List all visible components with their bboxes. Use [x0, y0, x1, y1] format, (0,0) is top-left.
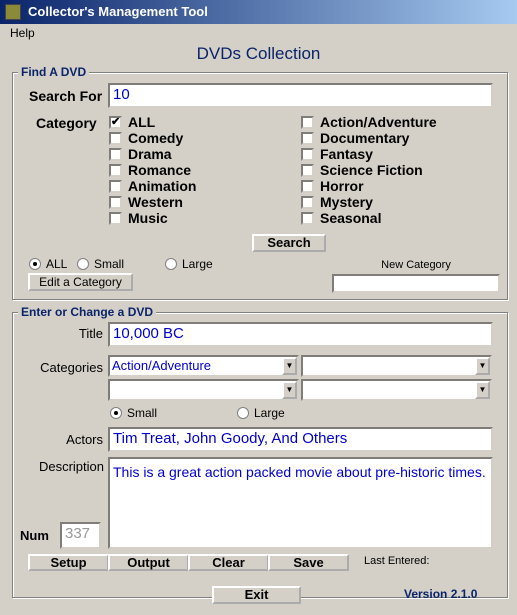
categories-label: Categories — [40, 360, 103, 375]
category-checkbox[interactable]: ✔ ALL — [109, 114, 196, 130]
chevron-down-icon[interactable]: ▼ — [282, 357, 297, 375]
radio-dot — [29, 258, 41, 270]
last-entered-label: Last Entered: — [364, 555, 430, 567]
checkbox-box — [301, 163, 314, 177]
entry-group-label: Enter or Change a DVD — [18, 305, 157, 319]
num-label: Num — [20, 528, 49, 543]
version-label: Version 2.1.0 — [404, 587, 478, 601]
category-checkbox[interactable]: Comedy — [109, 130, 196, 146]
category-checkbox[interactable]: Action/Adventure — [301, 114, 437, 130]
checkbox-box — [301, 179, 314, 193]
new-category-input[interactable] — [332, 274, 500, 293]
description-label: Description — [38, 459, 104, 474]
checkbox-label: Western — [128, 194, 183, 210]
search-input[interactable]: 10 — [108, 83, 493, 108]
checkbox-label: Documentary — [320, 130, 410, 146]
search-button[interactable]: Search — [252, 234, 326, 252]
checkbox-label: ALL — [128, 114, 156, 130]
select-value: Action/Adventure — [112, 358, 212, 373]
entry-size-small-radio[interactable]: Small — [110, 406, 157, 420]
checkbox-box — [109, 131, 122, 145]
description-textarea[interactable]: This is a great action packed movie abou… — [108, 457, 493, 549]
radio-label: Large — [254, 406, 285, 420]
title-bar: Collector's Management Tool — [0, 0, 517, 24]
checkbox-label: Seasonal — [320, 210, 382, 226]
category-checkbox[interactable]: Seasonal — [301, 210, 437, 226]
num-input[interactable]: 337 — [60, 522, 101, 549]
find-group-label: Find A DVD — [18, 65, 90, 79]
category-checkbox[interactable]: Drama — [109, 146, 196, 162]
checkbox-label: Drama — [128, 146, 172, 162]
category-select-4[interactable]: ▼ — [301, 379, 492, 401]
app-icon — [5, 4, 21, 20]
entry-size-large-radio[interactable]: Large — [237, 406, 285, 420]
checkbox-box — [301, 115, 314, 129]
checkbox-box — [109, 211, 122, 225]
page-title: DVDs Collection — [196, 44, 321, 63]
category-checkbox[interactable]: Romance — [109, 162, 196, 178]
actors-label: Actors — [66, 432, 103, 447]
checkbox-box — [301, 131, 314, 145]
checkbox-label: Science Fiction — [320, 162, 423, 178]
category-checkbox[interactable]: Fantasy — [301, 146, 437, 162]
checkbox-label: Romance — [128, 162, 192, 178]
category-checkbox[interactable]: Animation — [109, 178, 196, 194]
checkbox-box — [109, 147, 122, 161]
category-select-3[interactable]: ▼ — [108, 379, 299, 401]
actors-input[interactable]: Tim Treat, John Goody, And Others — [108, 427, 493, 452]
category-label: Category — [36, 115, 97, 131]
radio-label: ALL — [46, 257, 68, 271]
radio-label: Small — [127, 406, 158, 420]
category-select-1[interactable]: Action/Adventure ▼ — [108, 355, 299, 377]
setup-button[interactable]: Setup — [28, 554, 109, 571]
radio-dot — [77, 258, 89, 270]
chevron-down-icon[interactable]: ▼ — [475, 381, 490, 399]
checkbox-box — [109, 195, 122, 209]
checkbox-label: Animation — [128, 178, 197, 194]
clear-button[interactable]: Clear — [188, 554, 269, 571]
checkbox-box — [301, 195, 314, 209]
checkbox-box — [109, 163, 122, 177]
category-checkbox[interactable]: Western — [109, 194, 196, 210]
category-checkbox[interactable]: Documentary — [301, 130, 437, 146]
checkbox-label: Fantasy — [320, 146, 373, 162]
radio-dot — [237, 407, 249, 419]
chevron-down-icon[interactable]: ▼ — [282, 381, 297, 399]
chevron-down-icon[interactable]: ▼ — [475, 357, 490, 375]
checkbox-label: Music — [128, 210, 168, 226]
title-input[interactable]: 10,000 BC — [108, 322, 493, 347]
radio-dot — [110, 407, 122, 419]
category-checkbox[interactable]: Science Fiction — [301, 162, 437, 178]
menu-help[interactable]: Help — [10, 26, 35, 40]
category-checkbox[interactable]: Music — [109, 210, 196, 226]
checkbox-box — [301, 147, 314, 161]
new-category-label: New Category — [381, 259, 451, 271]
exit-button[interactable]: Exit — [212, 586, 301, 604]
save-button[interactable]: Save — [268, 554, 349, 571]
checkbox-box: ✔ — [109, 115, 122, 129]
size-all-radio[interactable]: ALL — [29, 257, 67, 271]
category-checkbox[interactable]: Mystery — [301, 194, 437, 210]
search-label: Search For — [29, 88, 103, 104]
checkbox-box — [301, 211, 314, 225]
output-button[interactable]: Output — [108, 554, 189, 571]
size-small-radio[interactable]: Small — [77, 257, 124, 271]
checkbox-label: Mystery — [320, 194, 373, 210]
checkbox-label: Comedy — [128, 130, 184, 146]
radio-label: Large — [182, 257, 213, 271]
checkbox-label: Action/Adventure — [320, 114, 437, 130]
checkbox-box — [109, 179, 122, 193]
window-title: Collector's Management Tool — [28, 4, 208, 19]
title-label: Title — [78, 326, 103, 341]
radio-dot — [165, 258, 177, 270]
category-select-2[interactable]: ▼ — [301, 355, 492, 377]
category-checkbox[interactable]: Horror — [301, 178, 437, 194]
size-large-radio[interactable]: Large — [165, 257, 213, 271]
checkbox-label: Horror — [320, 178, 364, 194]
edit-category-button[interactable]: Edit a Category — [28, 273, 133, 291]
radio-label: Small — [94, 257, 125, 271]
